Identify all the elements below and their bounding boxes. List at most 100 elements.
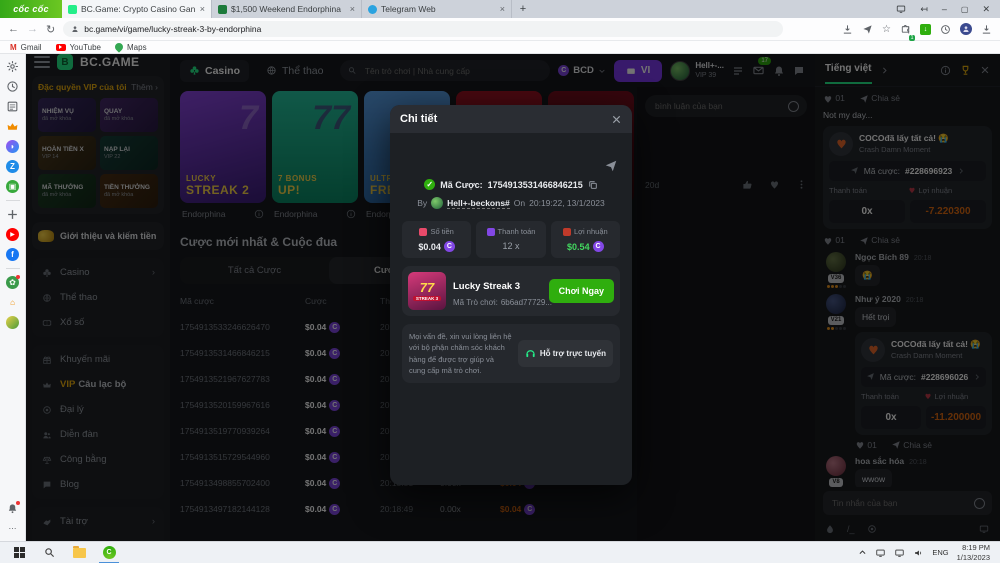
share-bet-icon[interactable]	[604, 159, 618, 173]
sidebar-item-sports[interactable]: Thể thao	[32, 285, 164, 310]
chat-language-tab[interactable]: Tiếng việt	[825, 63, 872, 78]
forward-button[interactable]: →	[27, 23, 38, 35]
nav-tab-sports[interactable]: Thể thao	[257, 60, 332, 82]
game-search[interactable]	[340, 60, 550, 81]
modal-close-icon[interactable]	[611, 114, 622, 125]
chevron-right-icon[interactable]	[880, 66, 889, 75]
player-name[interactable]: Hell+-beckons#	[447, 198, 510, 209]
vip-tile-spin[interactable]: QUAYđã mở khóa	[100, 98, 158, 132]
emoji-icon[interactable]	[788, 101, 799, 112]
sidebar-item-blog[interactable]: Blog	[32, 472, 164, 497]
sidebar-item-fairness[interactable]: Công bằng	[32, 447, 164, 472]
tab-all-bets[interactable]: Tất cả Cược	[180, 257, 329, 284]
tab-close-icon[interactable]: ×	[500, 4, 505, 14]
tab-close-icon[interactable]: ×	[350, 4, 355, 14]
settings-gear-icon[interactable]	[6, 60, 19, 73]
sidebar-item-promotions[interactable]: Khuyến mãi	[32, 347, 164, 372]
vip-tile-bonus-code[interactable]: MÃ THƯỞNGđã mở khóa	[38, 174, 96, 208]
username[interactable]: Ngọc Bích 89	[855, 252, 909, 262]
bell-icon[interactable]	[773, 65, 785, 77]
sidebar-item-live-support[interactable]: Hỗ trợ trực tuyến	[32, 534, 164, 541]
maximize-button[interactable]: ▢	[961, 5, 969, 14]
like-button[interactable]: 01	[855, 440, 877, 451]
notifications-bell-icon[interactable]	[6, 502, 19, 515]
cast-icon[interactable]	[896, 4, 906, 14]
game-card-7-bonus-up[interactable]: 77 7 BONUSUP! Endorphina	[272, 91, 358, 225]
copy-icon[interactable]	[588, 180, 598, 190]
bookmark-youtube[interactable]: YouTube	[56, 43, 101, 52]
reload-button[interactable]: ↻	[46, 23, 55, 36]
rain-icon[interactable]	[825, 524, 835, 534]
comment-input[interactable]	[653, 100, 782, 112]
sidebar-menu-icon[interactable]	[34, 56, 50, 68]
garden-app-icon[interactable]: ✿	[6, 276, 19, 289]
bet-id-row[interactable]: Mã cược:#228696026	[861, 367, 986, 387]
wallet-button[interactable]: VI	[614, 60, 662, 82]
profile-avatar[interactable]	[960, 23, 972, 35]
share-button[interactable]: Chia sẻ	[859, 235, 900, 246]
zalo-icon[interactable]: Z	[6, 160, 19, 173]
start-button[interactable]	[4, 542, 34, 563]
currency-selector[interactable]: C BCD	[558, 65, 606, 76]
vip-tile-cashback[interactable]: HOÀN TIỀN XVIP 14	[38, 136, 96, 170]
more-options-icon[interactable]: ⋯	[6, 522, 19, 535]
info-icon[interactable]	[346, 209, 356, 219]
extensions-icon[interactable]: 1	[900, 20, 911, 38]
youtube-app-icon[interactable]: ▶	[6, 228, 19, 241]
referral-banner[interactable]: Giới thiệu và kiếm tiền	[32, 222, 164, 250]
tab-close-icon[interactable]: ×	[200, 4, 205, 14]
pixel-game-icon[interactable]	[6, 316, 19, 329]
chat-close-icon[interactable]	[980, 65, 990, 75]
sidebar-item-sponsorship[interactable]: Tài trợ›	[32, 509, 164, 534]
close-window-button[interactable]: ✕	[982, 4, 990, 15]
save-page-icon[interactable]	[842, 24, 853, 35]
user-profile[interactable]: Hell+-...VIP 39	[670, 61, 724, 81]
game-search-input[interactable]	[363, 65, 542, 77]
file-explorer-icon[interactable]	[64, 542, 94, 563]
sidebar-item-lottery[interactable]: Xổ số	[32, 310, 164, 335]
share-button[interactable]: Chia sẻ	[891, 440, 932, 451]
game-thumbnail[interactable]: 77 STREAK 3	[408, 272, 446, 310]
coccoc-logo[interactable]: cốc cốc	[0, 0, 62, 18]
new-tab-button[interactable]: +	[512, 0, 534, 18]
chat-info-icon[interactable]	[940, 65, 951, 76]
downloads-tray-icon[interactable]	[981, 24, 992, 35]
emoji-icon[interactable]	[974, 498, 985, 509]
volume-icon[interactable]	[913, 548, 924, 558]
bet-row[interactable]: 1754913497182144128 $0.04C 20:18:49 0.00…	[180, 496, 627, 522]
crash-bet-card[interactable]: COCOđã lấy tất cả! 😭Crash Damn Moment Mã…	[823, 126, 992, 229]
comment-input-box[interactable]	[645, 95, 807, 117]
slash-command-icon[interactable]: /_	[847, 524, 855, 534]
keyboard-icon[interactable]	[978, 524, 990, 534]
tray-chevron-up-icon[interactable]	[858, 548, 867, 557]
avatar[interactable]	[826, 252, 846, 272]
vip-tile-reload[interactable]: NẠP LẠIVIP 22	[100, 136, 158, 170]
game-card-lucky-streak-2[interactable]: 7 LUCKYSTREAK 2 Endorphina	[180, 91, 266, 225]
vip-more-link[interactable]: Thêm ›	[131, 82, 158, 92]
bet-list-icon[interactable]	[732, 65, 744, 77]
avatar[interactable]	[826, 456, 846, 476]
crash-bet-card[interactable]: COCOđã lấy tất cả! 😭Crash Damn Moment Mã…	[855, 332, 992, 435]
sidebar-item-forum[interactable]: Diễn đàn	[32, 422, 164, 447]
chat-toggle-icon[interactable]	[793, 65, 805, 77]
facebook-app-icon[interactable]: f	[6, 248, 19, 261]
sidebar-item-casino[interactable]: Casino›	[32, 260, 164, 285]
play-now-button[interactable]: Chơi Ngay	[549, 279, 614, 303]
avatar[interactable]	[826, 294, 846, 314]
tab-endorphina-promo[interactable]: $1,500 Weekend Endorphina ×	[212, 0, 362, 18]
add-app-icon[interactable]	[6, 208, 19, 221]
screen-record-icon[interactable]	[894, 548, 905, 558]
back-button[interactable]: ←	[8, 23, 19, 35]
tab-telegram[interactable]: Telegram Web ×	[362, 0, 512, 18]
heart-icon[interactable]	[769, 179, 780, 190]
sync-icon[interactable]	[940, 24, 951, 35]
messenger-icon[interactable]: ◗	[6, 140, 19, 153]
chat-message-input[interactable]	[830, 497, 969, 509]
newsfeed-icon[interactable]	[6, 100, 19, 113]
share-button[interactable]: Chia sẻ	[859, 93, 900, 104]
shop-cart-icon[interactable]: ⌂	[6, 296, 19, 309]
kebab-menu-icon[interactable]	[796, 179, 807, 190]
trophy-icon[interactable]	[960, 65, 971, 76]
vip-tile-bonus-money[interactable]: TIỀN THƯỞNGđã mở khóa	[100, 174, 158, 208]
bet-id-row[interactable]: Mã cược:#228696923	[829, 161, 986, 181]
